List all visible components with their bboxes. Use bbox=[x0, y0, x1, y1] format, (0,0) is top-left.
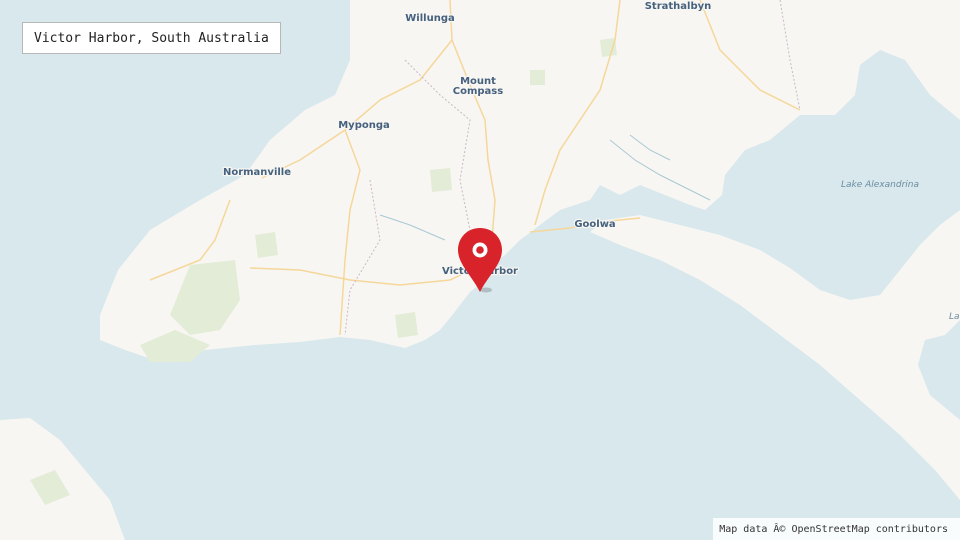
place-goolwa[interactable]: Goolwa bbox=[573, 218, 617, 232]
map-title: Victor Harbor, South Australia bbox=[22, 22, 281, 54]
map-title-text: Victor Harbor, South Australia bbox=[34, 30, 269, 46]
map-pin-dot bbox=[476, 246, 484, 254]
map-canvas[interactable]: Willunga Strathalbyn Mount Compass Mypon… bbox=[0, 0, 960, 540]
attribution-text: Map data Â© OpenStreetMap contributors bbox=[719, 523, 948, 535]
water-label-lake-alexandrina: Lake Alexandrina bbox=[841, 180, 919, 190]
water-label-lake-partial: La bbox=[949, 312, 960, 322]
place-willunga[interactable]: Willunga bbox=[404, 12, 456, 26]
map-attribution[interactable]: Map data Â© OpenStreetMap contributors bbox=[713, 518, 960, 540]
place-normanville[interactable]: Normanville bbox=[222, 166, 293, 180]
place-myponga[interactable]: Myponga bbox=[337, 119, 391, 133]
place-strathalbyn[interactable]: Strathalbyn bbox=[643, 0, 712, 13]
place-mount-compass-line2[interactable]: Compass bbox=[452, 85, 505, 99]
